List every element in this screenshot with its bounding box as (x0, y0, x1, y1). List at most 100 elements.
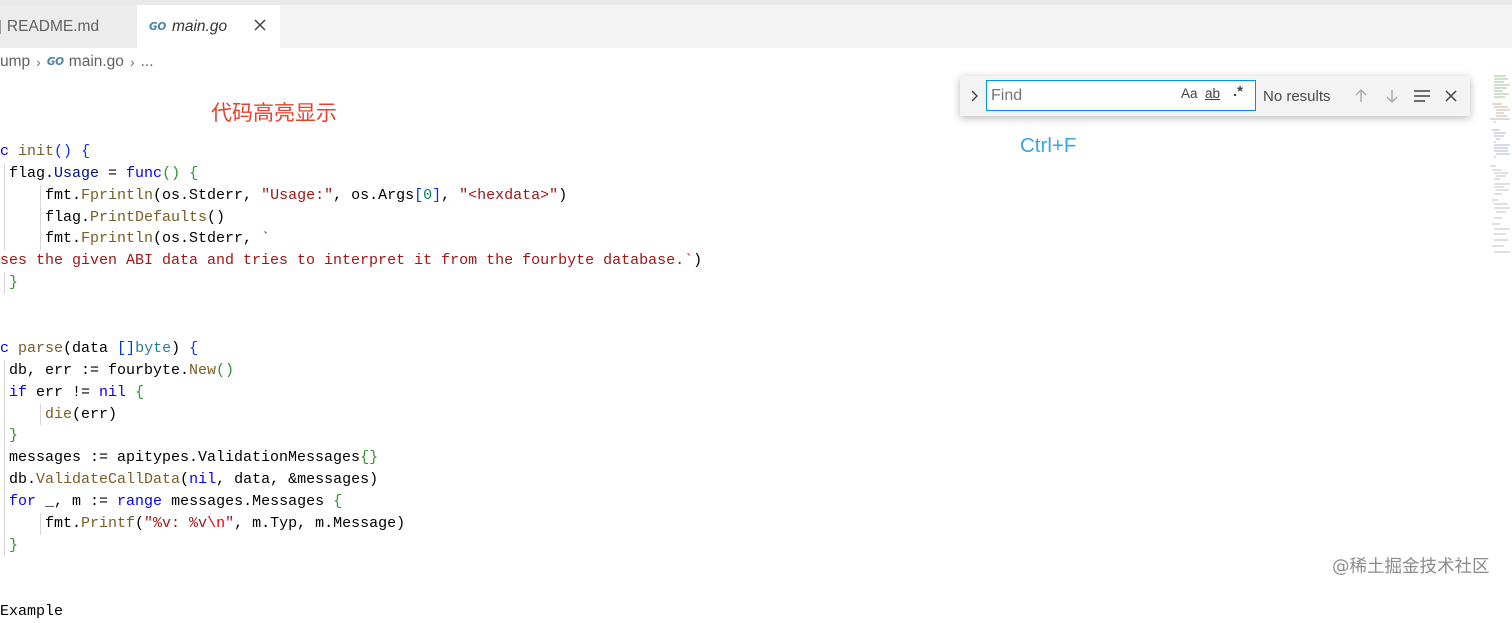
code-token: \n (207, 515, 226, 533)
go-file-icon: GO (46, 56, 64, 68)
code-line: if err != nil { (0, 381, 702, 404)
breadcrumb-symbols[interactable]: ... (141, 53, 154, 71)
code-token: , os.Args (333, 186, 415, 204)
code-token: New (189, 361, 217, 379)
code-token: Example (0, 602, 64, 620)
code-token: } (9, 274, 19, 292)
use-regex-button[interactable]: .* (1233, 83, 1243, 103)
indent-guide (40, 403, 41, 426)
code-token: { (333, 493, 343, 511)
code-line: db.ValidateCallData(nil, data, &messages… (0, 469, 702, 492)
match-case-button[interactable]: Aa (1181, 86, 1198, 106)
indent-guide (40, 184, 41, 207)
code-token: () (207, 208, 226, 226)
minimap[interactable] (1488, 74, 1512, 259)
code-token: "Usage:" (261, 186, 334, 204)
code-line: db, err := fourbyte.New() (0, 359, 702, 382)
code-token: ) (171, 339, 190, 357)
code-token: for (9, 493, 37, 511)
code-token: _, m := (36, 493, 118, 511)
code-line: } (0, 272, 702, 295)
code-token: db. (0, 471, 37, 489)
code-token: ses the given ABI data and tries to inte… (0, 252, 694, 270)
code-line: for _, m := range messages.Messages { (0, 491, 702, 514)
code-token: err != (27, 383, 100, 401)
code-line: flag.PrintDefaults() (0, 206, 702, 229)
indent-guide (4, 425, 5, 448)
code-token: 0 (423, 186, 433, 204)
chevron-right-icon: › (36, 54, 41, 70)
code-token: die (45, 405, 73, 423)
code-token: db, err := fourbyte. (0, 361, 190, 379)
code-token: , m.Typ, m.Message) (234, 515, 406, 533)
code-editor[interactable]: c init() { flag.Usage = func() { fmt.Fpr… (0, 119, 702, 622)
code-token: init (18, 142, 55, 160)
code-token: (os.Stderr, (153, 230, 262, 248)
indent-guide (40, 206, 41, 229)
indent-guide (4, 228, 5, 251)
indent-guide (4, 447, 5, 470)
match-whole-word-button[interactable]: ab (1205, 86, 1220, 106)
tab-readme[interactable]: | README.md (0, 5, 137, 48)
code-token: ) (558, 186, 568, 204)
tab-main-go[interactable]: GO main.go (137, 5, 280, 48)
code-token: byte (135, 339, 172, 357)
code-line: } (0, 425, 702, 448)
code-token: nil (189, 471, 217, 489)
code-token: ` (261, 230, 271, 248)
code-line: c init() { (0, 141, 702, 163)
code-token: () (216, 361, 235, 379)
annotation-highlight: 代码高亮显示 (211, 101, 337, 125)
close-find-icon[interactable] (1440, 85, 1462, 107)
indent-guide (4, 359, 5, 382)
code-line: fmt.Printf("%v: %v\n", m.Typ, m.Message) (0, 513, 702, 535)
code-token: , (441, 186, 460, 204)
code-token: range (117, 493, 163, 511)
code-token: func (126, 164, 163, 182)
tab-label: main.go (171, 17, 228, 35)
code-token: parse (18, 339, 64, 357)
indent-guide (4, 469, 5, 492)
indent-guide (4, 381, 5, 404)
go-file-icon: GO (149, 20, 166, 33)
code-token: "%v: %v (144, 515, 208, 533)
code-token: flag. (0, 208, 91, 226)
find-in-selection-button[interactable] (1411, 85, 1433, 107)
find-input[interactable] (991, 84, 1169, 107)
indent-guide (4, 206, 5, 229)
toggle-replace-button[interactable] (964, 85, 984, 107)
indent-guide (4, 403, 5, 426)
code-token: } (9, 427, 19, 445)
code-line: fmt.Fprintln(os.Stderr, ` (0, 228, 702, 251)
breadcrumb-file[interactable]: main.go (69, 53, 124, 71)
code-token: ) (693, 252, 703, 270)
code-token: } (9, 536, 19, 554)
code-token: [ (414, 186, 424, 204)
previous-match-button[interactable] (1350, 85, 1372, 107)
code-token: { (135, 383, 145, 401)
code-token: () (54, 142, 73, 160)
code-token: Usage (54, 164, 100, 182)
next-match-button[interactable] (1381, 85, 1403, 107)
close-icon[interactable] (250, 15, 270, 35)
code-token: Printf (81, 515, 136, 533)
code-token: flag. (0, 164, 55, 182)
indent-guide (4, 162, 5, 185)
code-line: Example (0, 601, 702, 623)
indent-guide (4, 491, 5, 514)
code-token: if (9, 383, 28, 401)
breadcrumb-folder[interactable]: ump (0, 53, 30, 71)
code-line: fmt.Fprintln(os.Stderr, "Usage:", os.Arg… (0, 184, 702, 207)
find-input-box: Aa ab .* (986, 80, 1256, 111)
code-token: PrintDefaults (90, 208, 208, 226)
breadcrumb: ump › GO main.go › ... (0, 48, 1512, 76)
code-line: die(err) (0, 403, 702, 426)
code-token: (data (63, 339, 118, 357)
code-token: c (0, 142, 19, 160)
